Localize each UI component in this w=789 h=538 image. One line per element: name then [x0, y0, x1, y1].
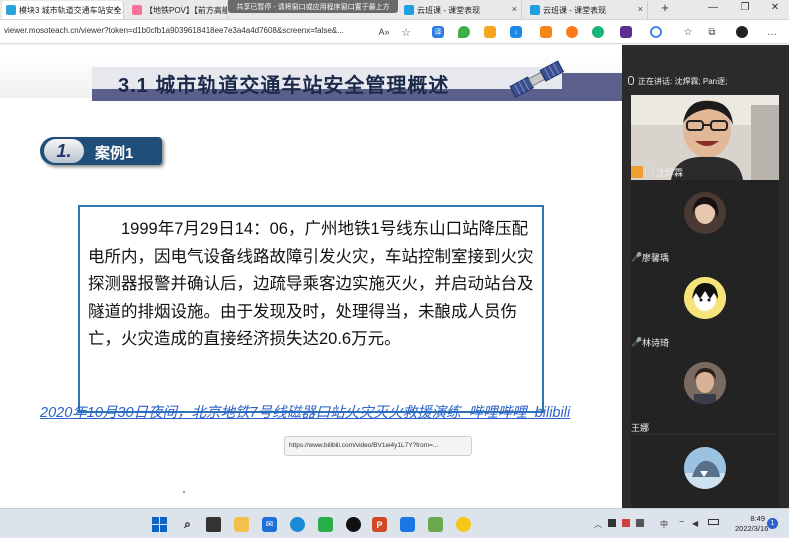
read-aloud-icon[interactable]: A» — [378, 26, 390, 38]
extension-metamask-icon[interactable] — [540, 26, 552, 38]
tab-label: 云班课 - 课堂表现 — [543, 5, 607, 15]
participant-name-bar: 沈焊霖 — [631, 166, 779, 178]
speaking-indicator: 正在讲话: 沈焊霖; Pan逐; — [638, 77, 728, 86]
participant-name-bar: 🎤 廖馨瑀 — [631, 251, 779, 263]
mosoteach-favicon-icon — [404, 5, 414, 15]
browser-tab-bar: 模块3 城市轨道交通车站安全… × 【地铁POV】【前方高能】 共享已暂停 - … — [0, 0, 789, 20]
participant-name: 林诗琦 — [642, 337, 670, 348]
tab-close-icon[interactable]: × — [114, 4, 119, 14]
tab-close-icon[interactable]: × — [638, 4, 643, 14]
participant-name: 沈焊霖 — [656, 167, 684, 178]
file-explorer-icon[interactable] — [234, 517, 249, 532]
volume-icon[interactable]: ◀ — [692, 519, 698, 528]
tab-label: 【地铁POV】【前方高能】 — [145, 5, 227, 15]
extension-orange-icon[interactable] — [566, 26, 578, 38]
participant-name: 王娜 — [631, 422, 650, 433]
battery-icon[interactable] — [708, 519, 719, 525]
clock-date: 2022/3/16 — [735, 524, 769, 533]
wechat-icon[interactable] — [318, 517, 333, 532]
close-window-button[interactable]: ✕ — [768, 2, 782, 13]
case-badge: 1. 案例1 — [40, 137, 162, 165]
case-label: 案例1 — [95, 145, 134, 162]
mosoteach-favicon-icon — [530, 5, 540, 15]
slide-title: 3.1 城市轨道交通车站安全管理概述 — [118, 75, 450, 97]
presentation-slide: 3.1 城市轨道交通车站安全管理概述 1. 案例1 1999年7月29日14：0… — [0, 45, 622, 508]
tab-mosoteach-2[interactable]: 云班课 - 课堂表现 × — [526, 1, 648, 19]
favorites-icon[interactable]: ☆ — [682, 26, 694, 38]
extension-colorful-icon[interactable] — [484, 26, 496, 38]
tab-mosoteach-1[interactable]: 云班课 - 课堂表现 × — [400, 1, 522, 19]
maximize-button[interactable]: ❐ — [738, 2, 752, 13]
satellite-icon — [509, 60, 565, 98]
microphone-muted-icon: 🎤 — [631, 337, 643, 347]
qq-icon[interactable] — [346, 517, 361, 532]
microphone-muted-icon: 🎤 — [631, 252, 643, 262]
case-text-box: 1999年7月29日14：06，广州地铁1号线东山口站降压配电所内，因电气设备线… — [78, 205, 544, 413]
bilibili-video-link[interactable]: 2020年10月30日夜间，北京地铁7号线磁器口站火灾灭火救援演练_哔哩哔哩_b… — [40, 404, 580, 423]
extension-chrome-icon[interactable] — [650, 26, 662, 38]
edge-browser-icon[interactable] — [290, 517, 305, 532]
participant-tile[interactable] — [631, 435, 779, 508]
powerpoint-icon[interactable]: P — [372, 517, 387, 532]
tray-app-icon[interactable] — [608, 519, 616, 527]
snipping-tool-icon[interactable] — [428, 517, 443, 532]
url-field[interactable]: viewer.mosoteach.cn/viewer?token=d1b0cfb… — [4, 26, 364, 35]
avatar — [684, 362, 726, 404]
link-url-tooltip: https://www.bilibili.com/video/BV1ei4y1L… — [284, 436, 472, 456]
slide-divider-dot — [183, 491, 185, 493]
extension-translate-icon[interactable]: 译 — [432, 26, 444, 38]
tab-close-icon[interactable]: × — [512, 4, 517, 14]
minimize-button[interactable]: — — [706, 2, 720, 13]
case-number: 1. — [44, 139, 84, 163]
avatar — [684, 277, 726, 319]
avatar — [684, 447, 726, 489]
tray-overflow-icon[interactable]: ︿ — [594, 519, 602, 530]
extension-shield-icon[interactable] — [458, 26, 470, 38]
extension-green-icon[interactable] — [592, 26, 604, 38]
clock-time: 8:49 — [750, 514, 765, 523]
meeting-participant-panel: 正在讲话: 沈焊霖; Pan逐; 沈焊霖 🎤 廖馨瑀 🎤 林诗琦 王娜 — [622, 45, 789, 508]
new-tab-button[interactable]: + — [658, 0, 672, 15]
tray-meeting-icon[interactable] — [636, 519, 644, 527]
avatar — [684, 192, 726, 234]
windows-taskbar: ⌕ ✉ P ︿ 中 ⌔ ◀ 8:49 2022/3/16 1 — [0, 508, 789, 538]
microphone-icon — [628, 76, 634, 85]
more-menu-icon[interactable]: … — [766, 26, 778, 38]
participant-name-bar: 🎤 林诗琦 — [631, 336, 779, 348]
notification-badge[interactable]: 1 — [767, 518, 778, 529]
tab-module3[interactable]: 模块3 城市轨道交通车站安全… × — [2, 1, 124, 19]
slide-header: 3.1 城市轨道交通车站安全管理概述 — [0, 54, 622, 101]
tencent-meeting-icon[interactable] — [400, 517, 415, 532]
host-badge-icon — [631, 166, 643, 178]
profile-avatar[interactable] — [736, 26, 748, 38]
extension-purple-icon[interactable] — [620, 26, 632, 38]
collections-icon[interactable]: ⧉ — [706, 26, 718, 38]
screen-share-banner: 共享已暂停 - 请将窗口或应用程序窗口置于最上方 — [228, 0, 398, 13]
task-view-icon[interactable] — [206, 517, 221, 532]
tab-bilibili[interactable]: 【地铁POV】【前方高能】 — [128, 1, 228, 19]
microphone-icon — [645, 167, 654, 177]
tray-record-icon[interactable] — [622, 519, 630, 527]
extension-download-icon[interactable]: ↓ — [510, 26, 522, 38]
favorite-star-icon[interactable]: ☆ — [400, 26, 412, 39]
bilibili-favicon-icon — [132, 5, 142, 15]
mosoteach-favicon-icon — [6, 5, 16, 15]
system-clock[interactable]: 8:49 2022/3/16 — [735, 514, 769, 534]
ime-indicator[interactable]: 中 — [660, 519, 668, 530]
case-description: 1999年7月29日14：06，广州地铁1号线东山口站降压配电所内，因电气设备线… — [88, 220, 534, 348]
tab-label: 模块3 城市轨道交通车站安全… — [19, 5, 124, 15]
wifi-icon[interactable]: ⌔ — [678, 519, 686, 529]
mail-icon[interactable]: ✉ — [262, 517, 277, 532]
search-icon[interactable]: ⌕ — [180, 517, 195, 532]
participant-name: 廖馨瑀 — [642, 252, 670, 263]
address-bar: viewer.mosoteach.cn/viewer?token=d1b0cfb… — [0, 20, 789, 44]
app-yellow-icon[interactable] — [456, 517, 471, 532]
participant-name-bar: 王娜 — [631, 421, 779, 433]
windows-start-icon[interactable] — [152, 517, 167, 532]
tab-label: 云班课 - 课堂表现 — [417, 5, 481, 15]
